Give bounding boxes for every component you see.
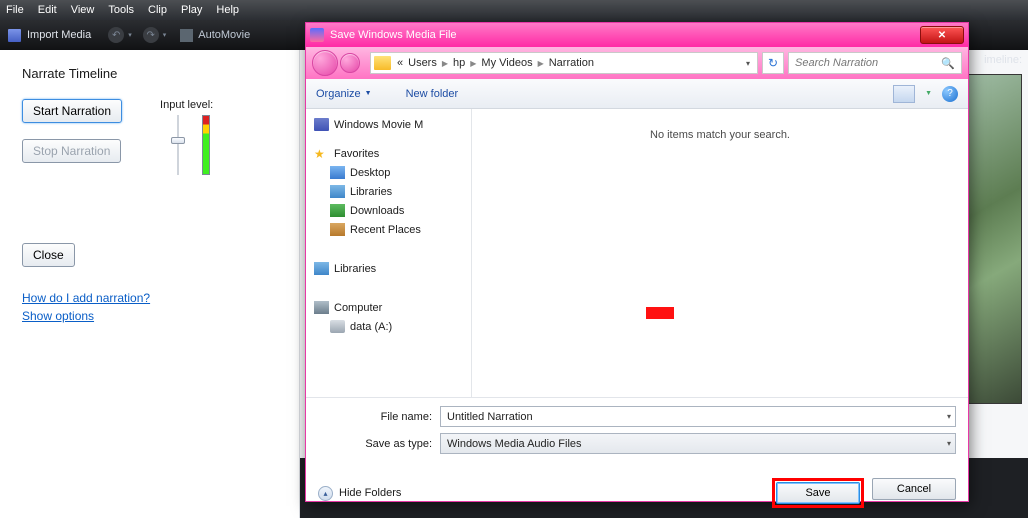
save-dialog: Save Windows Media File ✕ « Users▶ hp▶ M…: [305, 22, 969, 502]
menu-tools[interactable]: Tools: [108, 4, 134, 16]
savetype-select[interactable]: Windows Media Audio Files▾: [440, 433, 956, 454]
app-icon: [310, 28, 324, 42]
menu-help[interactable]: Help: [216, 4, 239, 16]
dialog-titlebar[interactable]: Save Windows Media File ✕: [306, 23, 968, 47]
nav-forward-button[interactable]: [340, 53, 360, 73]
narration-panel: Narrate Timeline Start Narration Stop Na…: [0, 50, 300, 518]
desktop-icon: [330, 166, 345, 179]
tree-libraries-root[interactable]: Libraries: [314, 259, 467, 278]
save-highlight: Save: [772, 478, 864, 508]
link-add-narration[interactable]: How do I add narration?: [22, 291, 277, 305]
nav-row: « Users▶ hp▶ My Videos▶ Narration ▾ ↻ Se…: [306, 47, 968, 79]
link-show-options[interactable]: Show options: [22, 309, 277, 323]
tree-desktop[interactable]: Desktop: [314, 163, 467, 182]
chevron-up-icon: ▴: [318, 486, 333, 501]
address-bar[interactable]: « Users▶ hp▶ My Videos▶ Narration ▾: [370, 52, 758, 74]
dialog-close-button[interactable]: ✕: [920, 26, 964, 44]
drive-icon: [330, 320, 345, 333]
dialog-fields: File name: Untitled Narration▾ Save as t…: [306, 397, 968, 454]
timeline-label: imeline:: [984, 54, 1022, 66]
import-media-button[interactable]: Import Media: [8, 29, 91, 42]
menu-view[interactable]: View: [71, 4, 95, 16]
filename-label: File name:: [318, 411, 440, 423]
menu-clip[interactable]: Clip: [148, 4, 167, 16]
help-button[interactable]: ?: [942, 86, 958, 102]
search-placeholder: Search Narration: [795, 57, 878, 69]
dialog-footer: ▴ Hide Folders Save Cancel: [306, 460, 968, 508]
dropdown-icon[interactable]: ▾: [947, 412, 951, 421]
nav-tree: Windows Movie M ★Favorites Desktop Libra…: [306, 109, 472, 397]
tree-drive-a[interactable]: data (A:): [314, 317, 467, 336]
tree-wmm[interactable]: Windows Movie M: [314, 115, 467, 134]
search-input[interactable]: Search Narration 🔍: [788, 52, 962, 74]
save-button[interactable]: Save: [776, 482, 860, 504]
view-button[interactable]: [893, 85, 915, 103]
narration-title: Narrate Timeline: [22, 66, 277, 81]
command-bar: Organize▼ New folder ▼ ?: [306, 79, 968, 109]
tree-downloads[interactable]: Downloads: [314, 201, 467, 220]
automovie-icon: [180, 29, 193, 42]
hide-folders-button[interactable]: ▴ Hide Folders: [318, 486, 401, 501]
preview-thumbnail: [966, 74, 1022, 404]
tree-computer[interactable]: Computer: [314, 298, 467, 317]
import-media-label: Import Media: [27, 29, 91, 41]
filename-input[interactable]: Untitled Narration▾: [440, 406, 956, 427]
folder-icon: [374, 56, 391, 70]
tree-favorites[interactable]: ★Favorites: [314, 144, 467, 163]
input-level-slider[interactable]: [160, 115, 196, 195]
libraries-icon: [330, 185, 345, 198]
libraries-icon: [314, 262, 329, 275]
menu-play[interactable]: Play: [181, 4, 202, 16]
cancel-button[interactable]: Cancel: [872, 478, 956, 500]
film-icon: [314, 118, 329, 131]
tree-recent[interactable]: Recent Places: [314, 220, 467, 239]
downloads-icon: [330, 204, 345, 217]
breadcrumb-hp[interactable]: hp: [453, 57, 465, 69]
search-icon: 🔍: [941, 57, 955, 70]
breadcrumb-users[interactable]: Users: [403, 57, 437, 69]
nav-back-button[interactable]: [312, 50, 338, 76]
close-button[interactable]: Close: [22, 243, 75, 267]
highlight-marker: [646, 307, 674, 319]
dropdown-icon[interactable]: ▾: [947, 439, 951, 448]
level-meter: [202, 115, 210, 175]
automovie-label: AutoMovie: [198, 29, 250, 41]
refresh-button[interactable]: ↻: [762, 52, 784, 74]
slider-thumb[interactable]: [171, 137, 185, 144]
redo-button[interactable]: ↷: [143, 27, 159, 43]
menu-file[interactable]: File: [6, 4, 24, 16]
dialog-title: Save Windows Media File: [330, 29, 457, 41]
savetype-label: Save as type:: [318, 438, 440, 450]
input-level-label: Input level:: [160, 99, 213, 111]
breadcrumb-narration[interactable]: Narration: [549, 57, 594, 69]
organize-menu[interactable]: Organize▼: [316, 88, 372, 100]
menu-edit[interactable]: Edit: [38, 4, 57, 16]
film-icon: [8, 29, 21, 42]
undo-button[interactable]: ↶: [108, 27, 124, 43]
address-dropdown-icon[interactable]: ▾: [742, 59, 754, 68]
computer-icon: [314, 301, 329, 314]
stop-narration-button[interactable]: Stop Narration: [22, 139, 121, 163]
recent-icon: [330, 223, 345, 236]
tree-libraries[interactable]: Libraries: [314, 182, 467, 201]
breadcrumb-myvideos[interactable]: My Videos: [481, 57, 532, 69]
file-list[interactable]: No items match your search.: [472, 109, 968, 397]
automovie-button[interactable]: AutoMovie: [180, 29, 250, 42]
start-narration-button[interactable]: Start Narration: [22, 99, 122, 123]
menu-bar: File Edit View Tools Clip Play Help: [0, 0, 1028, 20]
star-icon: ★: [314, 147, 329, 160]
empty-message: No items match your search.: [472, 129, 968, 141]
new-folder-button[interactable]: New folder: [406, 88, 459, 100]
